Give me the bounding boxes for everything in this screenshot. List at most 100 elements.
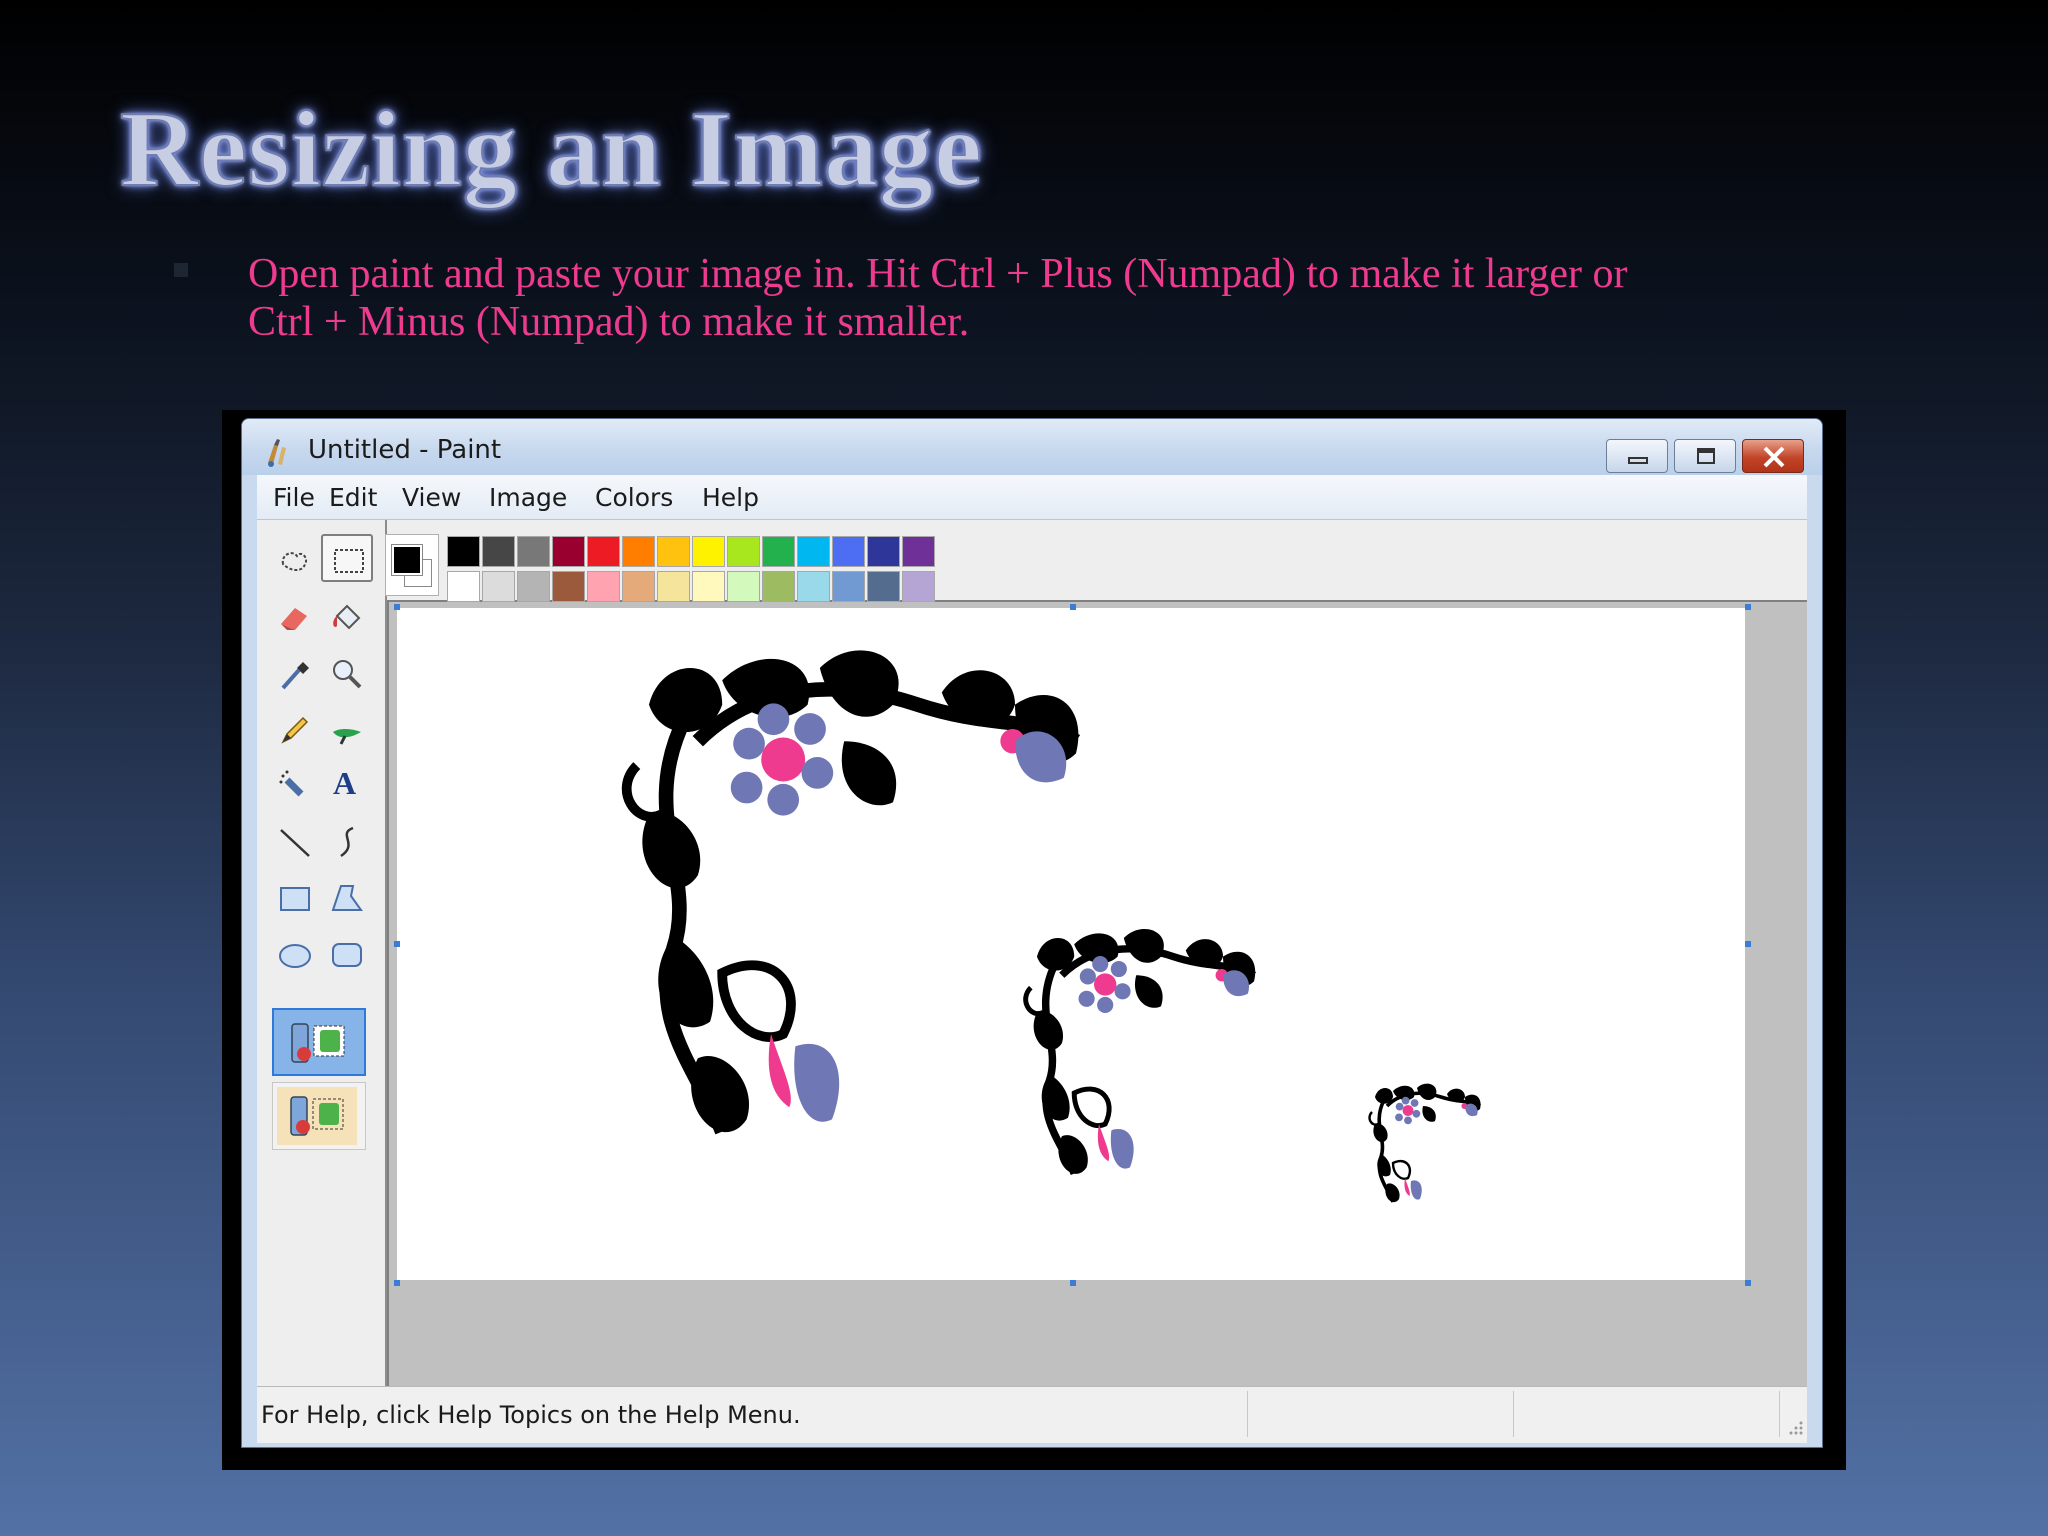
close-icon [1763,446,1785,468]
color-swatch[interactable] [692,571,725,602]
window-title: Untitled - Paint [308,435,502,465]
color-swatch[interactable] [692,536,725,567]
pencil-tool[interactable] [269,706,321,754]
color-swatch[interactable] [797,571,830,602]
color-swatch[interactable] [517,536,550,567]
bullet-marker [174,263,188,277]
magnifier-icon [333,660,362,689]
color-swatch[interactable] [587,536,620,567]
color-swatch[interactable] [552,536,585,567]
menu-view[interactable]: View [402,483,461,512]
svg-text:A: A [333,765,356,800]
color-swatch[interactable] [762,571,795,602]
color-swatch[interactable] [727,571,760,602]
menu-file[interactable]: File [273,483,315,512]
minimize-button[interactable] [1606,439,1668,473]
rounded-rectangle-tool[interactable] [321,930,373,978]
resize-handle[interactable] [1070,1280,1076,1286]
color-swatch[interactable] [447,536,480,567]
pick-color-tool[interactable] [269,650,321,698]
brush-tool[interactable] [321,706,373,754]
select-icon [334,549,364,573]
color-swatch[interactable] [517,571,550,602]
menu-colors[interactable]: Colors [595,483,673,512]
brush-icon [333,729,361,745]
bullet-text: Open paint and paste your image in. Hit … [248,250,1808,346]
resize-handle[interactable] [1745,941,1751,947]
color-swatch[interactable] [832,571,865,602]
rectangle-tool[interactable] [269,874,321,922]
text-tool[interactable]: A [321,758,373,806]
menu-bar: File Edit View Image Colors Help [257,475,1807,520]
fill-tool[interactable] [321,594,373,642]
color-swatch[interactable] [622,571,655,602]
resize-handle[interactable] [1070,604,1076,610]
magnifier-tool[interactable] [321,650,373,698]
maximize-button[interactable] [1674,439,1736,473]
color-swatch[interactable] [657,536,690,567]
rectangle-icon [280,887,310,911]
line-tool[interactable] [269,818,321,866]
bullet-line-1: Open paint and paste your image in. Hit … [248,251,1628,297]
color-swatch[interactable] [657,571,690,602]
resize-handle[interactable] [1745,604,1751,610]
color-swatch[interactable] [482,536,515,567]
resize-handle[interactable] [394,941,400,947]
color-swatch[interactable] [902,571,935,602]
color-swatch[interactable] [797,536,830,567]
color-swatch[interactable] [867,536,900,567]
select-tool[interactable] [321,534,373,582]
paint-window: Untitled - Paint File Edit View Image Co… [241,418,1823,1448]
polygon-icon [331,885,363,911]
opaque-selection-icon [291,1023,345,1063]
eraser-tool[interactable] [269,594,321,642]
transparent-selection-option[interactable] [272,1082,366,1150]
resize-handle[interactable] [394,604,400,610]
fill-bucket-icon [333,604,361,630]
text-icon: A [333,765,356,800]
title-bar[interactable]: Untitled - Paint [242,419,1822,475]
menu-help[interactable]: Help [702,483,759,512]
menu-image[interactable]: Image [489,483,567,512]
airbrush-tool[interactable] [269,762,321,810]
drawing-canvas[interactable] [397,608,1745,1280]
menu-edit[interactable]: Edit [329,483,377,512]
free-form-select-tool[interactable] [269,538,321,586]
primary-color[interactable] [391,544,423,576]
color-swatch[interactable] [762,536,795,567]
opaque-selection-option[interactable] [272,1008,366,1076]
status-divider [1513,1391,1514,1437]
color-swatch[interactable] [447,571,480,602]
paint-client-area: A [257,520,1807,1386]
slide-title: Resizing an Image [119,89,983,210]
toolbox: A [257,520,387,1386]
minimize-icon [1628,457,1648,464]
ellipse-tool[interactable] [269,930,321,978]
current-colors[interactable] [385,534,439,596]
color-swatch[interactable] [587,571,620,602]
curve-tool[interactable] [321,818,373,866]
color-swatch[interactable] [902,536,935,567]
polygon-tool[interactable] [321,874,373,922]
color-swatch[interactable] [552,571,585,602]
transparent-selection-icon [277,1087,357,1145]
resize-handle[interactable] [394,1280,400,1286]
resize-handle[interactable] [1745,1280,1751,1286]
pencil-icon [281,716,309,744]
free-form-select-icon [281,552,307,571]
size-grip-icon[interactable] [1785,1417,1805,1437]
color-swatch[interactable] [482,571,515,602]
color-swatch[interactable] [867,571,900,602]
status-help-text: For Help, click Help Topics on the Help … [261,1401,801,1429]
status-divider [1779,1391,1780,1437]
maximize-icon [1697,448,1715,464]
color-swatch[interactable] [727,536,760,567]
color-swatch[interactable] [622,536,655,567]
paint-app-icon[interactable] [264,437,290,467]
close-button[interactable] [1742,439,1804,473]
eraser-icon [281,608,307,630]
canvas-scroll-area [387,600,1807,1386]
status-divider [1247,1391,1248,1437]
line-icon [280,829,310,857]
color-swatch[interactable] [832,536,865,567]
